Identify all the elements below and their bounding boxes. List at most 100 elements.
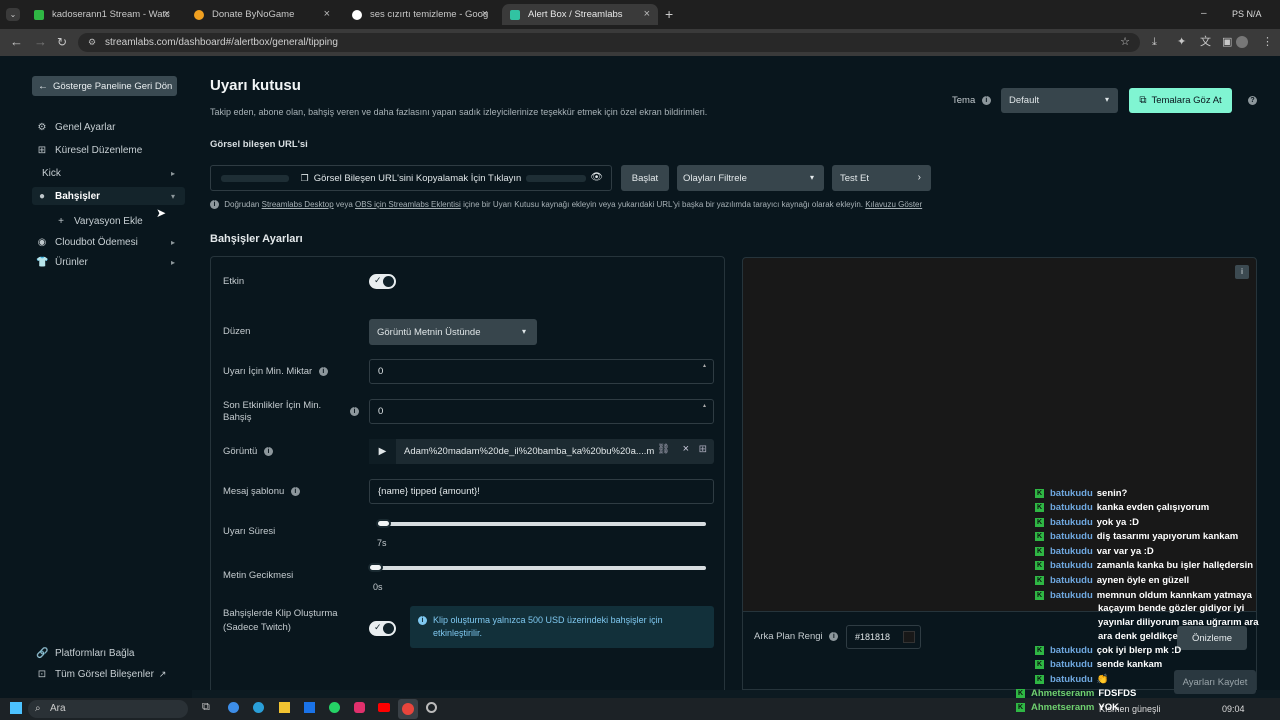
- extensions-puzzle-icon[interactable]: ▣: [1222, 35, 1232, 49]
- help-icon[interactable]: ?: [1248, 96, 1257, 105]
- external-link-icon: ⧉: [1139, 95, 1147, 106]
- info-icon[interactable]: i: [263, 446, 273, 456]
- eye-icon[interactable]: 👁: [590, 172, 603, 183]
- chevron-down-icon[interactable]: ▾: [171, 192, 175, 201]
- translate-icon[interactable]: 文: [1200, 35, 1211, 49]
- layout-select[interactable]: Görüntü Metnin Üstünde ▾: [369, 319, 537, 345]
- recent-min-input[interactable]: 0 ▴: [369, 399, 714, 424]
- tab-list-button[interactable]: ⌄: [6, 8, 20, 21]
- kick-badge-icon: K: [1035, 517, 1044, 527]
- stepper-icon[interactable]: ▴: [703, 402, 706, 409]
- minimize-button[interactable]: –: [1201, 8, 1207, 19]
- edge-icon[interactable]: [253, 702, 264, 713]
- sidebar-item-general-settings[interactable]: ⚙ Genel Ayarlar: [36, 122, 116, 133]
- close-icon[interactable]: ×: [683, 443, 689, 455]
- min-amount-input[interactable]: 0 ▴: [369, 359, 714, 384]
- browser-tab-1[interactable]: kadoserann1 Stream - Watch Li ×: [26, 4, 178, 25]
- info-icon[interactable]: i: [350, 407, 359, 416]
- browser-menu-icon[interactable]: ⋮: [1262, 35, 1273, 49]
- streamlabs-favicon-icon: [510, 9, 520, 20]
- close-tab-icon[interactable]: ×: [324, 8, 330, 20]
- instagram-icon[interactable]: [354, 702, 365, 713]
- store-icon[interactable]: [304, 702, 315, 713]
- alert-duration-label: Uyarı Süresi: [223, 526, 276, 537]
- clip-creation-toggle[interactable]: ✓: [369, 621, 396, 636]
- whatsapp-icon[interactable]: [329, 702, 340, 713]
- forward-arrow-icon[interactable]: →: [34, 35, 47, 49]
- message-template-label-text: Mesaj şablonu: [223, 486, 285, 497]
- chat-message: Kbatukudu senin?: [1035, 488, 1127, 499]
- youtube-icon[interactable]: [378, 703, 390, 712]
- chevron-right-icon[interactable]: ▸: [171, 258, 175, 267]
- info-icon[interactable]: i: [981, 95, 991, 105]
- chat-username: batukudu: [1050, 546, 1093, 557]
- sidebar-item-label: Genel Ayarlar: [55, 122, 116, 133]
- image-field[interactable]: ▶ Adam%20madam%20de_il%20bamba_ka%20bu%2…: [369, 439, 714, 464]
- stepper-icon[interactable]: ▴: [703, 362, 706, 369]
- bg-color-label: Arka Plan Rengi i: [754, 631, 839, 642]
- back-to-dashboard-button[interactable]: ← Gösterge Paneline Geri Dön: [32, 76, 177, 96]
- chrome-taskbar-active[interactable]: [398, 699, 418, 719]
- info-icon[interactable]: i: [1235, 265, 1249, 279]
- info-icon[interactable]: i: [290, 486, 300, 496]
- address-bar[interactable]: ⚙ streamlabs.com/dashboard#/alertbox/gen…: [78, 33, 1140, 52]
- sidebar-item-add-variation[interactable]: + Varyasyon Ekle: [55, 216, 143, 227]
- obs-plugin-link[interactable]: OBS için Streamlabs Eklentisi: [355, 200, 461, 209]
- enabled-toggle[interactable]: ✓: [369, 274, 396, 289]
- browse-themes-button[interactable]: ⧉ Temalara Göz At: [1129, 88, 1232, 113]
- app-icon[interactable]: [228, 702, 239, 713]
- test-button[interactable]: Test Et ›: [832, 165, 931, 191]
- reload-icon[interactable]: ↻: [57, 35, 67, 49]
- info-icon[interactable]: i: [318, 366, 328, 376]
- kick-badge-icon: K: [1035, 502, 1044, 512]
- start-button[interactable]: Başlat: [621, 165, 669, 191]
- alert-preview-canvas: i: [742, 257, 1257, 612]
- bookmark-star-icon[interactable]: ☆: [1120, 33, 1130, 52]
- task-view-icon[interactable]: ⧉: [202, 701, 210, 714]
- sidebar-item-products[interactable]: 👕 Ürünler: [36, 257, 88, 268]
- windows-start-icon[interactable]: [10, 702, 22, 714]
- browser-tab-4[interactable]: Alert Box / Streamlabs ×: [502, 4, 658, 25]
- chat-message-continued: yayınlar diliyorum sana uğrarım ara: [1098, 617, 1259, 628]
- filter-events-label: Olayları Filtrele: [683, 172, 747, 184]
- text-delay-handle[interactable]: [368, 563, 383, 572]
- sidebar-item-connect-platforms[interactable]: 🔗 Platformları Bağla: [36, 648, 134, 659]
- show-guide-link[interactable]: Kılavuzu Göster: [865, 200, 922, 209]
- download-icon[interactable]: ⤓: [1152, 35, 1157, 49]
- chevron-right-icon[interactable]: ▸: [171, 169, 175, 178]
- sidebar-item-all-widgets[interactable]: ⊡ Tüm Görsel Bileşenler ↗: [36, 669, 167, 680]
- save-settings-button[interactable]: Ayarları Kaydet: [1174, 670, 1256, 694]
- sidebar-item-global-editing[interactable]: ⊞ Küresel Düzenleme: [36, 145, 142, 156]
- message-template-input[interactable]: {name} tipped {amount}!: [369, 479, 714, 504]
- grid-icon[interactable]: ⊞: [699, 444, 707, 455]
- text-delay-slider[interactable]: [371, 566, 706, 570]
- sidebar-item-cloudbot[interactable]: ◉ Cloudbot Ödemesi: [36, 237, 138, 248]
- alert-duration-handle[interactable]: [376, 519, 391, 528]
- alert-duration-slider[interactable]: [379, 522, 706, 526]
- widget-url-copy-field[interactable]: ❐ Görsel Bileşen URL'sini Kopyalamak İçi…: [210, 165, 612, 191]
- profile-avatar[interactable]: [1236, 36, 1248, 48]
- file-explorer-icon[interactable]: [279, 702, 290, 713]
- close-tab-icon[interactable]: ×: [164, 8, 170, 20]
- color-swatch[interactable]: [903, 631, 915, 643]
- back-arrow-icon[interactable]: ←: [10, 35, 23, 49]
- streamlabs-desktop-link[interactable]: Streamlabs Desktop: [262, 200, 334, 209]
- taskbar-search[interactable]: ⌕ Ara: [28, 700, 188, 718]
- chevron-right-icon[interactable]: ▸: [171, 238, 175, 247]
- info-icon[interactable]: i: [829, 631, 839, 641]
- extension-icon[interactable]: ✦: [1177, 35, 1186, 49]
- sidebar-item-kick[interactable]: Kick: [42, 168, 61, 179]
- theme-select[interactable]: Default ▾: [1001, 88, 1118, 113]
- site-info-icon[interactable]: ⚙: [88, 33, 96, 52]
- browser-tab-2[interactable]: Donate ByNoGame ×: [186, 4, 338, 25]
- browser-tab-3[interactable]: ses cızırtı temizleme - Google'd ×: [344, 4, 496, 25]
- bg-color-input[interactable]: #181818: [846, 625, 921, 649]
- preview-button[interactable]: Önizleme: [1177, 626, 1247, 650]
- close-tab-icon[interactable]: ×: [482, 8, 488, 20]
- link-icon[interactable]: ⛓: [657, 444, 670, 455]
- filter-events-dropdown[interactable]: Olayları Filtrele ▾: [677, 165, 824, 191]
- new-tab-button[interactable]: +: [665, 6, 673, 22]
- close-tab-icon[interactable]: ×: [644, 8, 650, 20]
- obs-icon[interactable]: [426, 702, 437, 713]
- sidebar-item-tips[interactable]: ● Bahşişler: [36, 191, 100, 202]
